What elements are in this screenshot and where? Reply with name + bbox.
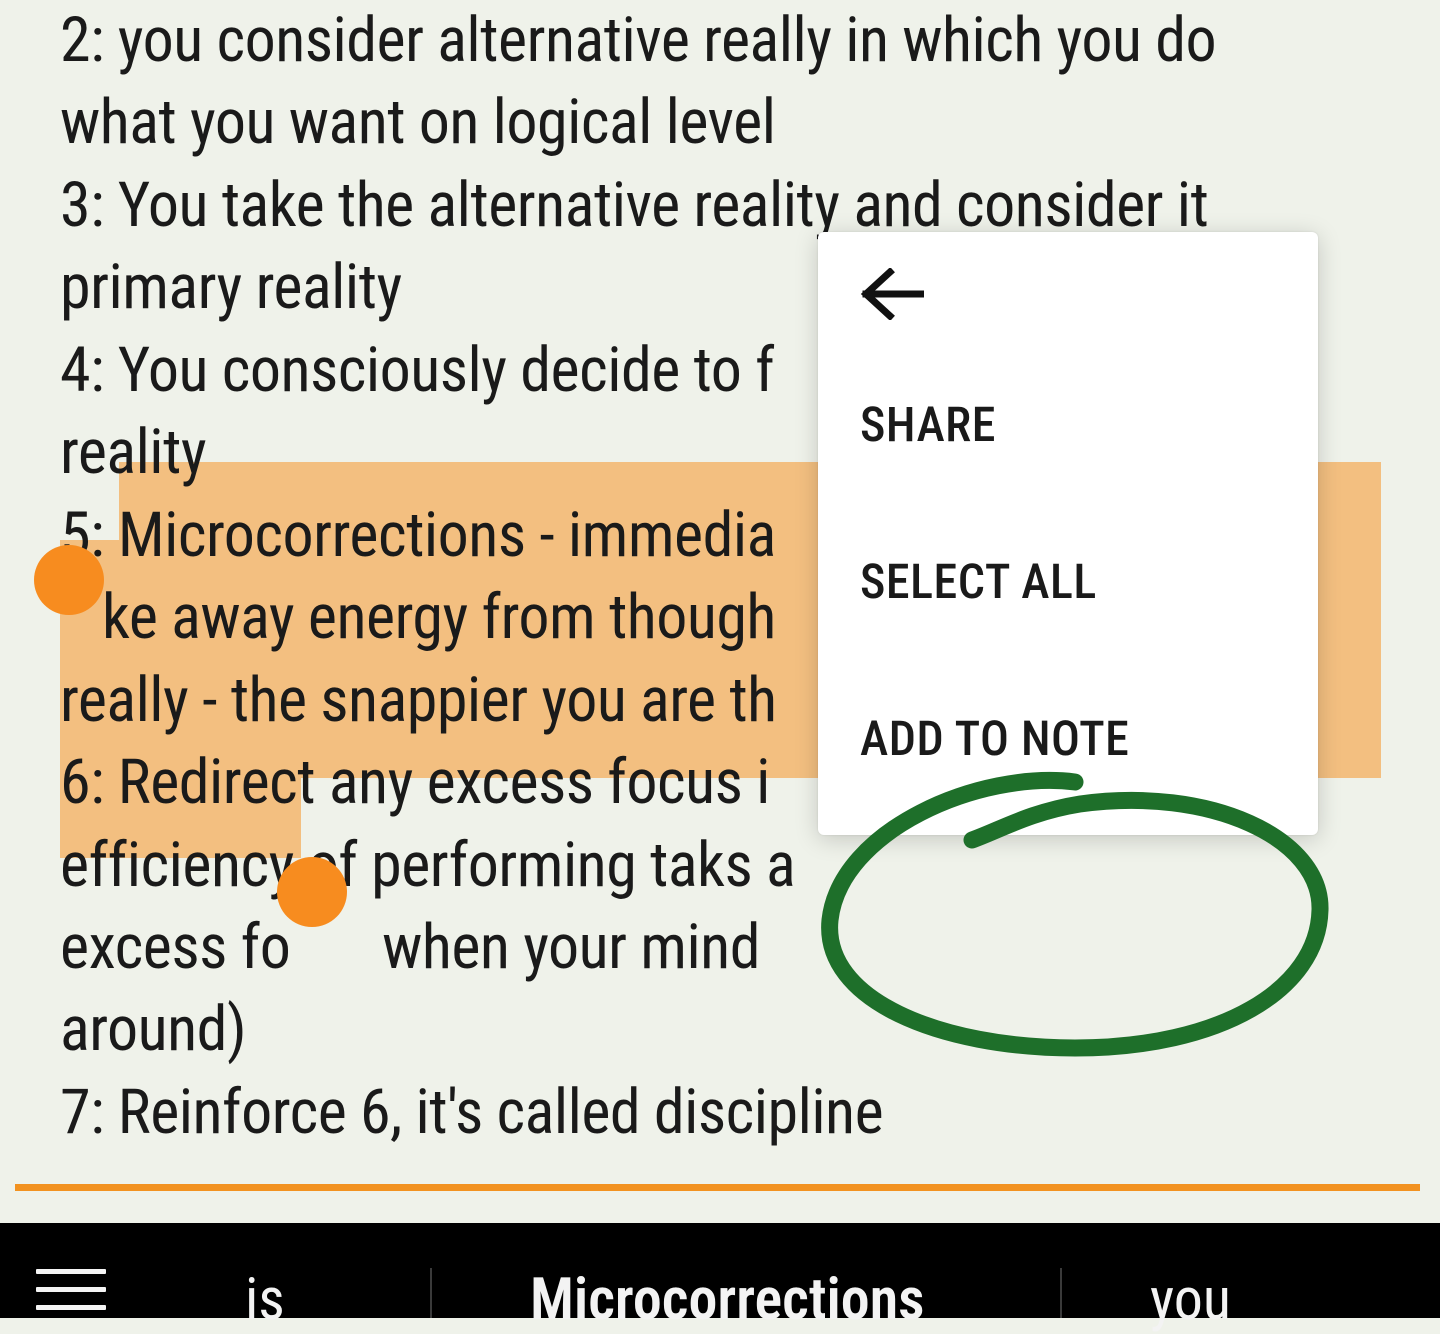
arrow-left-icon <box>860 268 924 320</box>
context-menu: SHARE SELECT ALL ADD TO NOTE <box>818 232 1318 835</box>
note-line: what you want on logical level <box>60 86 775 159</box>
menu-item-add-to-note[interactable]: ADD TO NOTE <box>818 660 1318 817</box>
separator <box>430 1268 432 1318</box>
note-line-sel: ke away energy from though <box>102 581 776 654</box>
menu-item-select-all[interactable]: SELECT ALL <box>818 503 1318 660</box>
back-button[interactable] <box>818 232 1318 346</box>
keyboard-suggestion-bar: is Microcorrections you <box>0 1223 1440 1318</box>
note-line: of performing taks a <box>294 829 795 902</box>
note-line-sel: really - the snappier you are th <box>60 664 777 737</box>
note-line: excess fo <box>60 911 290 984</box>
selection-end-handle[interactable] <box>277 857 347 927</box>
suggestion-word[interactable]: you <box>1150 1266 1231 1334</box>
note-line: 3: You take the alternative reality and … <box>60 169 1208 242</box>
note-line: when your mind <box>368 911 760 984</box>
note-line-sel: 6: Redirect any excess focus i <box>60 746 770 819</box>
note-line: 2: you consider alternative really in wh… <box>60 4 1216 77</box>
note-line: 7: Reinforce 6, it's called discipline <box>60 1076 883 1149</box>
note-line-sel: Microcorrections - immedia <box>118 499 776 572</box>
note-line: 4: You consciously decide to f <box>60 334 774 407</box>
selection-start-handle[interactable] <box>34 545 104 615</box>
suggestion-word[interactable]: is <box>245 1266 285 1334</box>
note-line: around) <box>60 993 246 1066</box>
note-line-sel: efficiency <box>60 829 294 902</box>
note-line: primary reality <box>60 251 402 324</box>
menu-icon[interactable] <box>36 1269 106 1310</box>
menu-item-share[interactable]: SHARE <box>818 346 1318 503</box>
note-line: reality <box>60 416 206 489</box>
divider <box>15 1184 1420 1191</box>
suggestion-word[interactable]: Microcorrections <box>530 1266 925 1334</box>
separator <box>1060 1268 1062 1318</box>
